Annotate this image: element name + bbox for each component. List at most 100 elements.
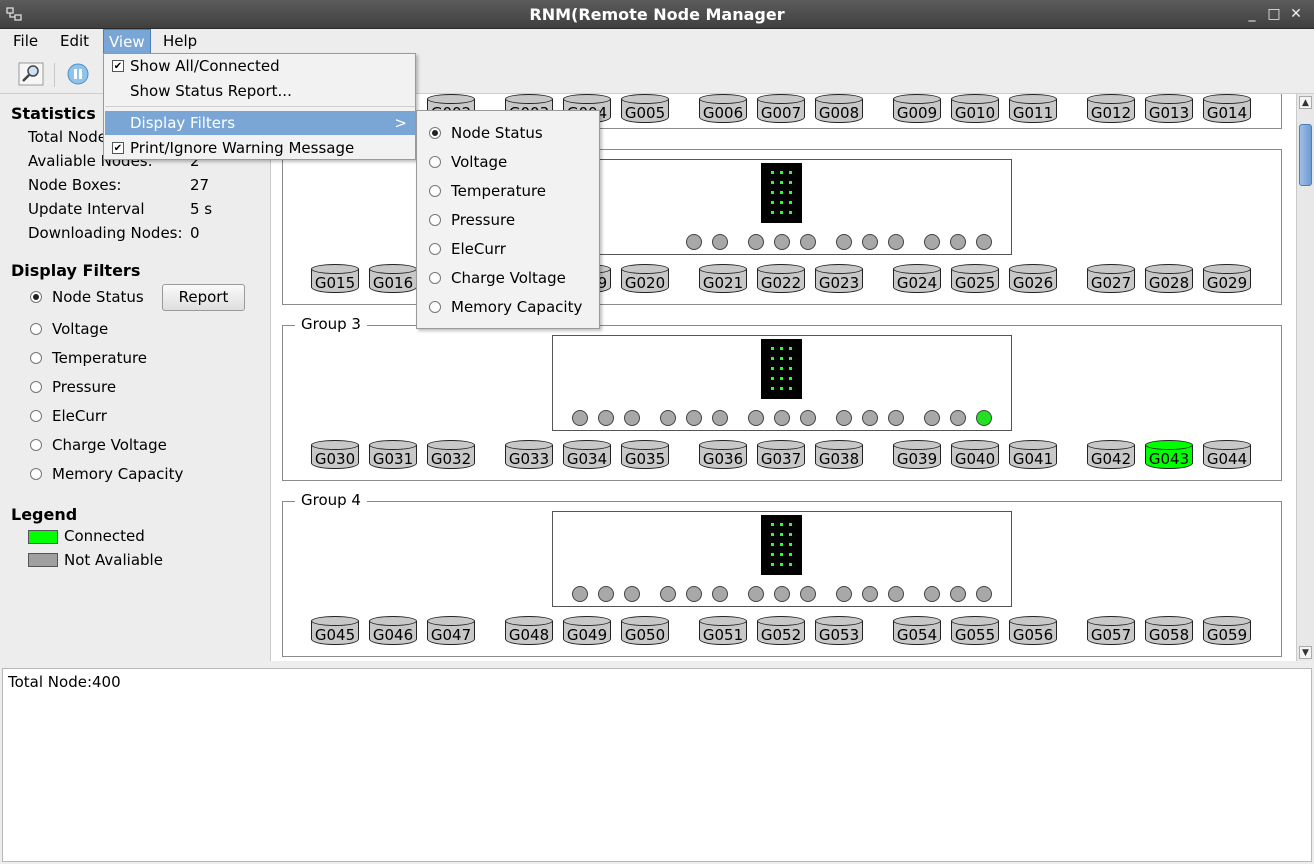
zoom-icon[interactable] — [18, 61, 44, 87]
pause-icon[interactable] — [65, 61, 91, 87]
node-g057[interactable]: G057 — [1087, 616, 1135, 646]
node-g051[interactable]: G051 — [699, 616, 747, 646]
menu-file[interactable]: File — [8, 29, 43, 54]
node-g045[interactable]: G045 — [311, 616, 359, 646]
node-g047[interactable]: G047 — [427, 616, 475, 646]
node-g013[interactable]: G013 — [1145, 94, 1193, 124]
scroll-thumb[interactable] — [1299, 124, 1312, 186]
filter-radio-node-status[interactable]: Node Status — [30, 288, 144, 306]
filter-radio-pressure[interactable]: Pressure — [30, 378, 116, 396]
node-g038[interactable]: G038 — [815, 440, 863, 470]
node-g009[interactable]: G009 — [893, 94, 941, 124]
submenu-radio-temperature[interactable]: Temperature — [429, 179, 546, 203]
node-g006[interactable]: G006 — [699, 94, 747, 124]
node-top — [699, 440, 747, 450]
node-g023[interactable]: G023 — [815, 264, 863, 294]
node-g024[interactable]: G024 — [893, 264, 941, 294]
node-g014[interactable]: G014 — [1203, 94, 1251, 124]
node-g039[interactable]: G039 — [893, 440, 941, 470]
node-g054[interactable]: G054 — [893, 616, 941, 646]
node-g034[interactable]: G034 — [563, 440, 611, 470]
filter-radio-charge-voltage[interactable]: Charge Voltage — [30, 436, 167, 454]
node-label: G008 — [818, 104, 860, 122]
scroll-down-icon[interactable]: ▼ — [1299, 646, 1312, 659]
menu-item-show-all[interactable]: ✔ Show All/Connected — [105, 54, 415, 78]
radio-icon — [30, 352, 42, 364]
checkbox-checked-icon: ✔ — [112, 60, 124, 72]
node-g022[interactable]: G022 — [757, 264, 805, 294]
node-g011[interactable]: G011 — [1009, 94, 1057, 124]
node-g028[interactable]: G028 — [1145, 264, 1193, 294]
vertical-scrollbar[interactable]: ▲ ▼ — [1296, 94, 1314, 661]
node-g031[interactable]: G031 — [369, 440, 417, 470]
node-g046[interactable]: G046 — [369, 616, 417, 646]
node-top — [621, 616, 669, 626]
node-g029[interactable]: G029 — [1203, 264, 1251, 294]
filter-radio-temperature[interactable]: Temperature — [30, 349, 147, 367]
node-g059[interactable]: G059 — [1203, 616, 1251, 646]
node-g032[interactable]: G032 — [427, 440, 475, 470]
node-g044[interactable]: G044 — [1203, 440, 1251, 470]
node-g026[interactable]: G026 — [1009, 264, 1057, 294]
rack-indicator-dot — [771, 191, 774, 194]
horizontal-splitter[interactable] — [0, 661, 1314, 668]
node-g021[interactable]: G021 — [699, 264, 747, 294]
log-area[interactable]: Total Node:400 — [2, 668, 1312, 862]
node-g020[interactable]: G020 — [621, 264, 669, 294]
group-label-4: Group 4 — [295, 491, 367, 509]
node-g056[interactable]: G056 — [1009, 616, 1057, 646]
close-button[interactable]: ✕ — [1286, 4, 1306, 24]
scroll-up-icon[interactable]: ▲ — [1299, 96, 1312, 109]
node-g053[interactable]: G053 — [815, 616, 863, 646]
node-top — [1087, 440, 1135, 450]
rack-indicator-dot — [780, 367, 783, 370]
menu-item-display-filters[interactable]: Display Filters > — [105, 111, 415, 135]
rack-indicator-dot — [780, 377, 783, 380]
node-g042[interactable]: G042 — [1087, 440, 1135, 470]
menu-view[interactable]: View — [103, 29, 151, 54]
node-g015[interactable]: G015 — [311, 264, 359, 294]
menu-edit[interactable]: Edit — [55, 29, 94, 54]
menu-item-print-ignore[interactable]: ✔ Print/Ignore Warning Message — [105, 136, 415, 160]
node-g050[interactable]: G050 — [621, 616, 669, 646]
node-g027[interactable]: G027 — [1087, 264, 1135, 294]
report-button[interactable]: Report — [162, 284, 245, 311]
menu-item-show-status-report[interactable]: Show Status Report... — [105, 79, 415, 103]
node-g058[interactable]: G058 — [1145, 616, 1193, 646]
node-top — [757, 94, 805, 104]
node-g012[interactable]: G012 — [1087, 94, 1135, 124]
node-g035[interactable]: G035 — [621, 440, 669, 470]
node-g040[interactable]: G040 — [951, 440, 999, 470]
minimize-button[interactable]: _ — [1242, 4, 1262, 24]
submenu-radio-voltage[interactable]: Voltage — [429, 150, 507, 174]
node-g030[interactable]: G030 — [311, 440, 359, 470]
node-label: G049 — [566, 626, 608, 644]
menu-help[interactable]: Help — [158, 29, 202, 54]
filter-radio-voltage[interactable]: Voltage — [30, 320, 108, 338]
maximize-button[interactable]: □ — [1264, 4, 1284, 24]
node-g010[interactable]: G010 — [951, 94, 999, 124]
node-g048[interactable]: G048 — [505, 616, 553, 646]
node-g016[interactable]: G016 — [369, 264, 417, 294]
submenu-radio-node-status[interactable]: Node Status — [429, 121, 543, 145]
filter-radio-memory-capacity[interactable]: Memory Capacity — [30, 465, 183, 483]
node-g036[interactable]: G036 — [699, 440, 747, 470]
submenu-radio-elecurr[interactable]: EleCurr — [429, 237, 506, 261]
node-g037[interactable]: G037 — [757, 440, 805, 470]
submenu-radio-memory-capacity[interactable]: Memory Capacity — [429, 295, 582, 319]
node-g049[interactable]: G049 — [563, 616, 611, 646]
node-g008[interactable]: G008 — [815, 94, 863, 124]
submenu-radio-charge-voltage[interactable]: Charge Voltage — [429, 266, 566, 290]
filter-radio-elecurr[interactable]: EleCurr — [30, 407, 107, 425]
node-g007[interactable]: G007 — [757, 94, 805, 124]
legend-swatch-connected — [28, 530, 58, 544]
node-g025[interactable]: G025 — [951, 264, 999, 294]
node-g055[interactable]: G055 — [951, 616, 999, 646]
node-g041[interactable]: G041 — [1009, 440, 1057, 470]
submenu-radio-pressure[interactable]: Pressure — [429, 208, 515, 232]
node-g052[interactable]: G052 — [757, 616, 805, 646]
node-g043[interactable]: G043 — [1145, 440, 1193, 470]
rack-indicator-dot — [771, 367, 774, 370]
node-g033[interactable]: G033 — [505, 440, 553, 470]
node-g005[interactable]: G005 — [621, 94, 669, 124]
